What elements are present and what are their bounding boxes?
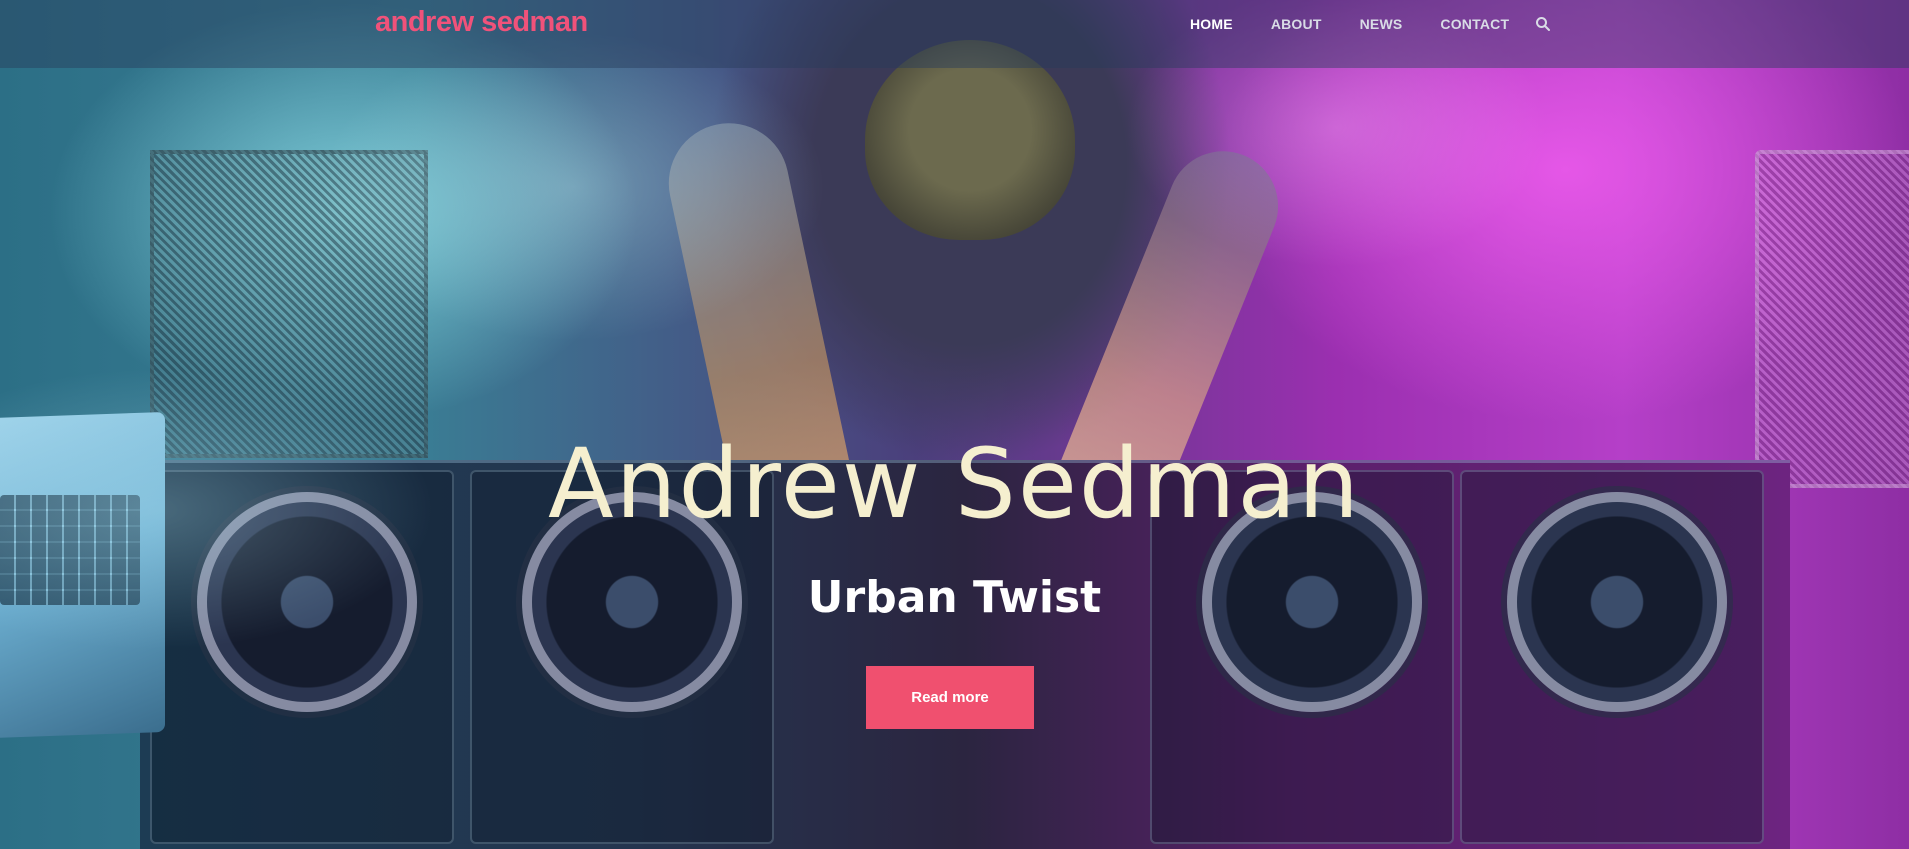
read-more-button[interactable]: Read more [866,666,1034,729]
site-logo[interactable]: andrew sedman [375,6,588,39]
nav-item-home[interactable]: HOME [1190,16,1233,32]
main-nav: HOME ABOUT NEWS CONTACT [1190,0,1551,48]
hero-subtitle: Urban Twist [807,572,1102,623]
dj-figure [690,0,1250,470]
nav-item-contact[interactable]: CONTACT [1440,16,1509,32]
hero-title: Andrew Sedman [547,428,1362,540]
dj-head [865,40,1075,240]
nav-item-news[interactable]: NEWS [1360,16,1403,32]
speaker-image-left [150,150,428,458]
search-icon[interactable] [1535,16,1551,32]
top-navigation-bar: andrew sedman HOME ABOUT NEWS CONTACT [0,0,1909,68]
nav-item-about[interactable]: ABOUT [1271,16,1322,32]
hero-section: andrew sedman HOME ABOUT NEWS CONTACT An… [0,0,1909,849]
